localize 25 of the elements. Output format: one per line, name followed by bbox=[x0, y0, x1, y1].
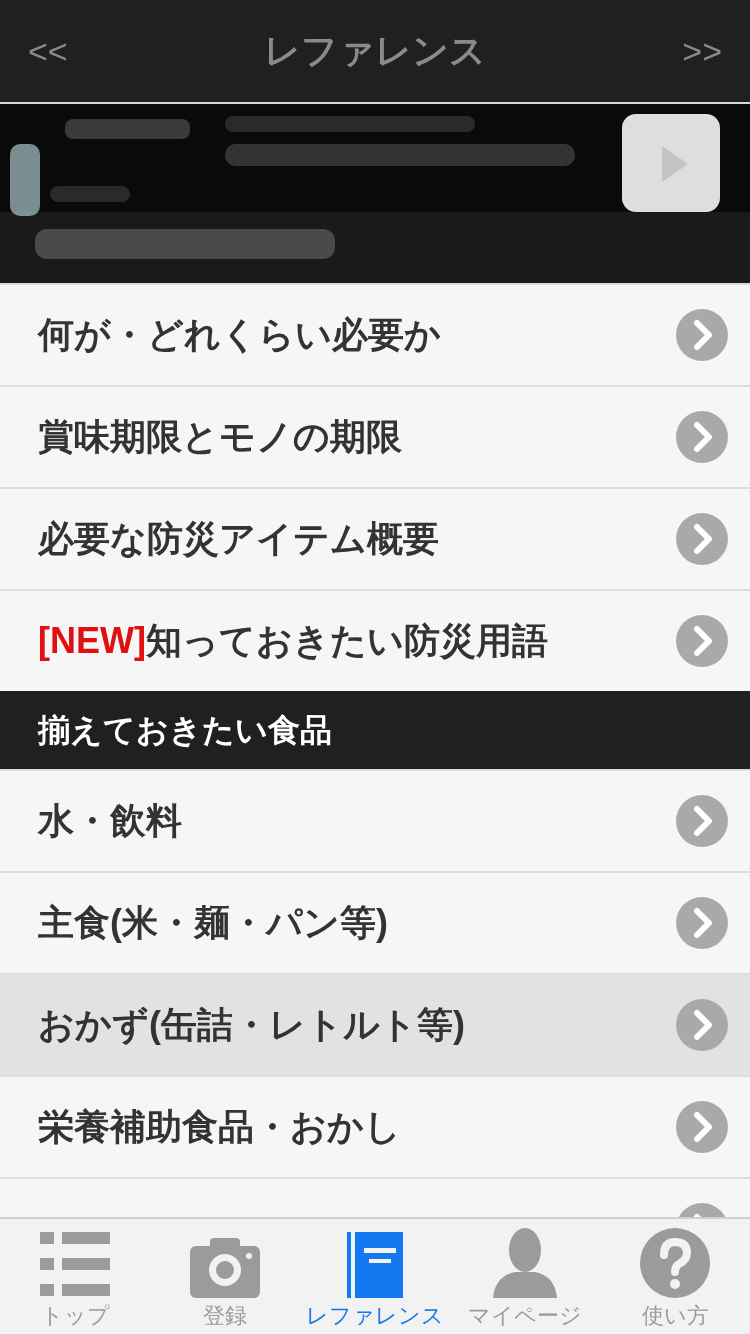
item-label: 主食(米・麺・パン等) bbox=[38, 901, 388, 945]
item-label: [NEW]知っておきたい防災用語 bbox=[38, 619, 548, 663]
chevron-right-icon bbox=[676, 1101, 728, 1153]
chevron-right-icon bbox=[676, 795, 728, 847]
list-item[interactable]: おかず(缶詰・レトルト等) bbox=[0, 973, 750, 1075]
tab-item[interactable]: レファレンス bbox=[300, 1219, 450, 1334]
help-icon bbox=[640, 1228, 710, 1298]
chevron-right-icon bbox=[676, 411, 728, 463]
item-label: 水・飲料 bbox=[38, 799, 182, 843]
book-icon bbox=[347, 1232, 403, 1298]
forward-button[interactable]: >> bbox=[682, 25, 722, 77]
item-label: 何が・どれくらい必要か bbox=[38, 313, 441, 357]
chevron-right-icon bbox=[676, 513, 728, 565]
chevron-right-icon bbox=[676, 897, 728, 949]
item-label: 必要な防災アイテム概要 bbox=[38, 517, 439, 561]
person-icon bbox=[493, 1228, 557, 1298]
item-label: 賞味期限とモノの期限 bbox=[38, 415, 402, 459]
chevron-right-icon bbox=[676, 615, 728, 667]
item-label: おかず(缶詰・レトルト等) bbox=[38, 1003, 465, 1047]
section-title: 揃えておきたい食品 bbox=[38, 711, 332, 750]
chevron-right-icon bbox=[676, 999, 728, 1051]
header-title: レファレンス bbox=[264, 29, 486, 73]
back-button[interactable]: << bbox=[28, 25, 68, 77]
chevron-right-icon bbox=[676, 309, 728, 361]
item-label: 栄養補助食品・おかし bbox=[38, 1105, 401, 1149]
